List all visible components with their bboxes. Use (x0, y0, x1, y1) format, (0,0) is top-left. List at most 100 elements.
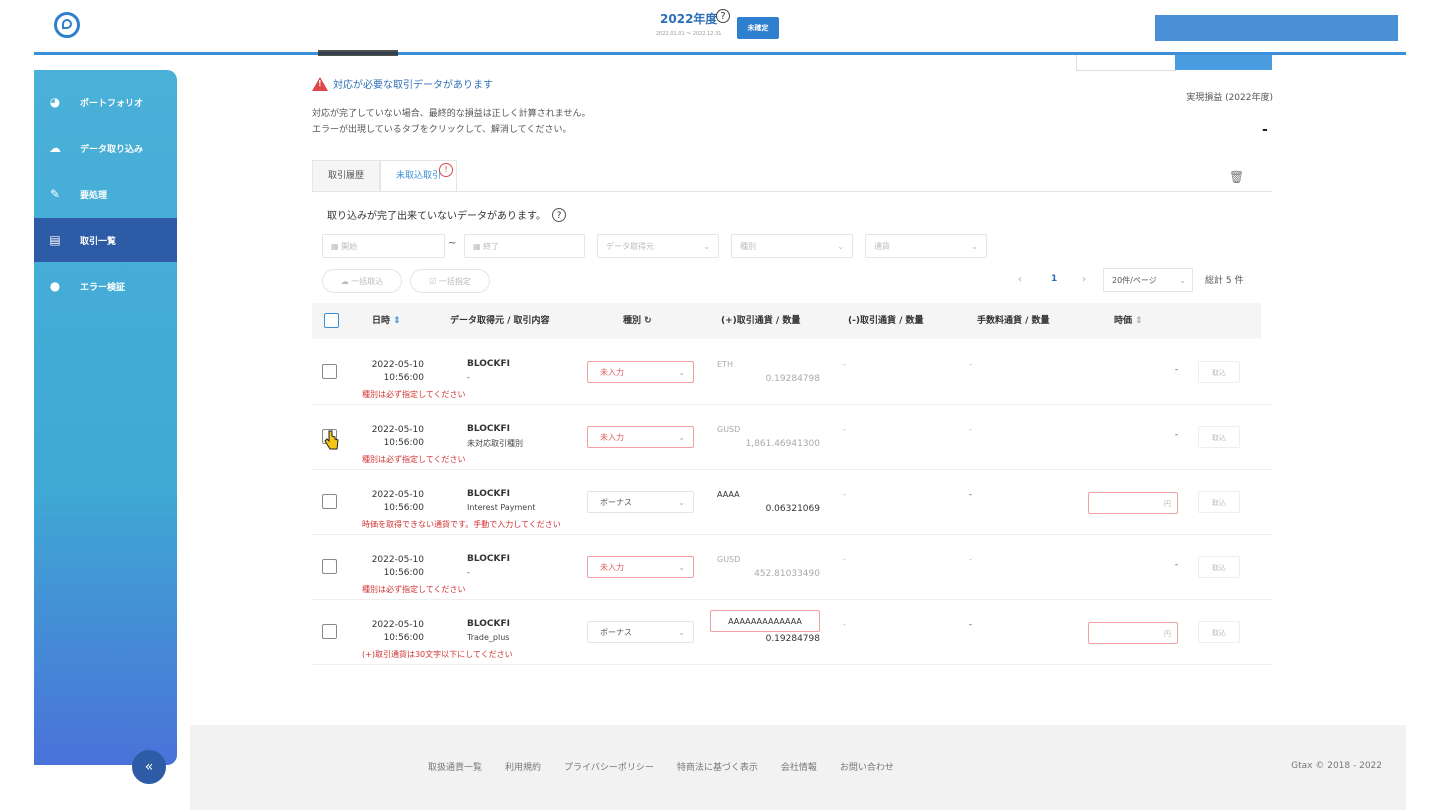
footer-link-terms[interactable]: 利用規約 (505, 760, 541, 773)
section-note-text: 取り込みが完了出来ていないデータがあります。 (327, 211, 546, 222)
currency-select[interactable]: 通貨 ⌄ (865, 234, 987, 258)
secondary-action-button[interactable] (1076, 55, 1176, 71)
row-description: - (467, 568, 470, 577)
row-error-message: 時価を取得できない通貨です。手動で入力してください (362, 520, 561, 529)
pagination-next[interactable]: › (1082, 274, 1086, 285)
account-bar[interactable] (1155, 15, 1398, 41)
total-count: 総計 5 件 (1205, 276, 1244, 286)
gtax-logo[interactable] (54, 12, 80, 38)
row-time: 10:56:00 (383, 503, 424, 513)
refresh-icon[interactable]: ↻ (644, 316, 652, 326)
row-plus-currency: GUSD (717, 425, 741, 434)
row-type-value: ボーナス (600, 498, 632, 507)
row-checkbox[interactable] (322, 624, 337, 639)
page-size-select[interactable]: 20件/ページ ⌄ (1103, 268, 1193, 292)
sidebar-item-label: 取引一覧 (80, 236, 117, 247)
row-import-button[interactable]: 取込 (1198, 556, 1240, 578)
source-select[interactable]: データ取得元 ⌄ (597, 234, 719, 258)
row-price-input[interactable]: 円 (1088, 622, 1178, 644)
row-price-input[interactable]: 円 (1088, 492, 1178, 514)
row-type-select[interactable]: ボーナス ⌄ (587, 621, 694, 643)
row-checkbox[interactable] (322, 364, 337, 379)
row-source: BLOCKFI (467, 489, 511, 499)
primary-action-button[interactable] (1175, 55, 1272, 70)
row-error-message: 種別は必ず指定してください (362, 455, 466, 464)
chevron-down-icon: ⌄ (678, 498, 685, 507)
bulk-import-button[interactable]: ☁ 一括取込 (322, 269, 402, 293)
tab-unimported-transactions[interactable]: 未取込取引 ! (380, 160, 458, 192)
row-fee-currency: - (969, 620, 972, 629)
row-minus-currency: - (843, 555, 846, 564)
row-import-button[interactable]: 取込 (1198, 491, 1240, 513)
row-time: 10:56:00 (383, 633, 424, 643)
hand-cursor-icon (324, 430, 340, 452)
chevron-down-icon: ⌄ (971, 242, 978, 251)
row-import-button[interactable]: 取込 (1198, 621, 1240, 643)
row-type-select[interactable]: 未入力 ⌄ (587, 361, 694, 383)
row-error-message: (+)取引通貨は30文字以下にしてください (362, 650, 513, 659)
header-plus-currency: (+)取引通貨 / 数量 (721, 316, 801, 326)
sidebar-item-needs-action[interactable]: ✎ 要処理 (34, 172, 177, 216)
fiscal-year-range: 2022.01.01 ～ 2022.12.31 (656, 31, 722, 37)
header-type: 種別 ↻ (623, 316, 652, 326)
footer-link-contact[interactable]: お問い合わせ (840, 760, 894, 773)
footer-link-privacy[interactable]: プライバシーポリシー (564, 760, 654, 773)
pagination-prev[interactable]: ‹ (1018, 274, 1022, 285)
footer-link-currencies[interactable]: 取扱通貨一覧 (428, 760, 482, 773)
sidebar-item-data-import[interactable]: ☁ データ取り込み (34, 126, 177, 170)
tab-label: 未取込取引 (396, 171, 442, 181)
row-price: - (1175, 560, 1178, 569)
row-plus-amount: 452.81033490 (754, 569, 820, 579)
row-plus-amount: 0.19284798 (765, 634, 820, 644)
header-datetime[interactable]: 日時 ⇕ (372, 303, 401, 339)
row-import-button[interactable]: 取込 (1198, 426, 1240, 448)
row-date: 2022-05-10 (371, 555, 424, 565)
row-error-message: 種別は必ず指定してください (362, 585, 466, 594)
start-date-input[interactable]: ▦ 開始 (322, 234, 445, 258)
row-source: BLOCKFI (467, 359, 511, 369)
trash-icon[interactable]: 🗑 (1229, 170, 1244, 184)
sidebar-item-error-check[interactable]: ● エラー検証 (34, 264, 177, 308)
sidebar-item-transactions[interactable]: ▤ 取引一覧 (34, 218, 177, 262)
fiscal-year-selector[interactable]: 2022年度 2022.01.01 ～ 2022.12.31 (656, 10, 721, 37)
copyright: Gtax © 2018 - 2022 (1291, 761, 1382, 771)
date-range-separator: ~ (448, 238, 457, 249)
row-date: 2022-05-10 (371, 360, 424, 370)
header-price[interactable]: 時価 ⇕ (1114, 303, 1143, 339)
row-divider (312, 404, 1272, 405)
end-date-input[interactable]: ▦ 終了 (464, 234, 585, 258)
row-plus-currency-input[interactable]: AAAAAAAAAAAAA (710, 610, 820, 632)
row-minus-currency: - (843, 360, 846, 369)
row-minus-currency: - (843, 620, 846, 629)
row-import-button[interactable]: 取込 (1198, 361, 1240, 383)
bulk-specify-button[interactable]: ☑ 一括指定 (410, 269, 490, 293)
sidebar-item-portfolio[interactable]: ◕ ポートフォリオ (34, 80, 177, 124)
row-checkbox[interactable] (322, 559, 337, 574)
header-source: データ取得元 / 取引内容 (450, 316, 550, 326)
type-select[interactable]: 種別 ⌄ (731, 234, 853, 258)
row-price: - (1175, 430, 1178, 439)
row-type-select[interactable]: ボーナス ⌄ (587, 491, 694, 513)
footer-link-commerce-law[interactable]: 特商法に基づく表示 (677, 760, 758, 773)
row-description: - (467, 373, 470, 382)
status-badge: 未確定 (737, 17, 779, 39)
row-date: 2022-05-10 (371, 425, 424, 435)
help-icon[interactable]: ? (552, 207, 566, 222)
row-type-select[interactable]: 未入力 ⌄ (587, 426, 694, 448)
collapse-sidebar-button[interactable]: « (132, 750, 166, 784)
row-type-select[interactable]: 未入力 ⌄ (587, 556, 694, 578)
row-plus-currency: GUSD (717, 555, 741, 564)
row-divider (312, 534, 1272, 535)
pagination-current-page[interactable]: 1 (1051, 274, 1057, 284)
row-description: 未対応取引種別 (467, 439, 523, 448)
row-checkbox[interactable] (322, 494, 337, 509)
row-plus-amount: 0.19284798 (765, 374, 820, 384)
footer-link-company[interactable]: 会社情報 (781, 760, 817, 773)
help-icon[interactable]: ? (716, 9, 730, 23)
tab-transaction-history[interactable]: 取引履歴 (312, 160, 381, 192)
calendar-icon: ▦ (473, 242, 484, 251)
row-minus-currency: - (843, 490, 846, 499)
row-divider (312, 664, 1272, 665)
row-fee-currency: - (969, 360, 972, 369)
select-all-checkbox[interactable] (324, 313, 339, 328)
